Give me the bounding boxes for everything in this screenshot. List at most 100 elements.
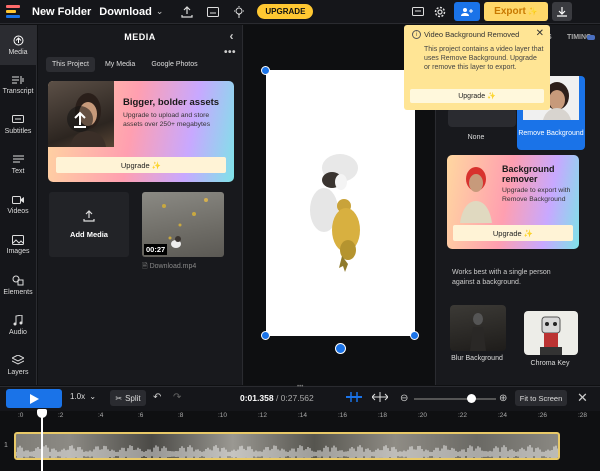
notification-popup: i Video Background Removed ✕ This projec… [404, 25, 550, 110]
ruler-tick: :14 [298, 412, 308, 419]
clip-waveform [16, 445, 558, 458]
nav-subtitles[interactable]: Subtitles [0, 105, 36, 145]
left-nav: Media Transcript Subtitles Text Videos I… [0, 25, 37, 385]
ruler-tick: :16 [338, 412, 348, 419]
bg-card-image [460, 167, 492, 223]
promo-upgrade-button[interactable]: Upgrade ✨ [56, 157, 226, 173]
upgrade-button[interactable]: UPGRADE [257, 4, 314, 19]
resize-handle-bottom-left[interactable] [261, 331, 270, 340]
ruler-tick: :12 [258, 412, 268, 419]
nav-transcript[interactable]: Transcript [0, 65, 36, 105]
nav-label: Layers [7, 368, 29, 376]
undo-icon[interactable]: ↶ [153, 392, 161, 403]
add-media-button[interactable]: Add Media [49, 192, 129, 257]
timecode: 0:01.358 / 0:27.562 [240, 393, 314, 403]
elements-icon [12, 275, 24, 285]
timeline-ruler[interactable]: :0:2:4:6:8:10:12:14:16:18:20:22:24:26:28 [0, 411, 600, 423]
tab-this-project[interactable]: This Project [46, 57, 95, 72]
nav-label: Media [8, 48, 28, 56]
media-clip-thumbnail[interactable]: 00:27 [142, 192, 224, 257]
tab-my-media[interactable]: My Media [99, 57, 141, 72]
nav-images[interactable]: Images [0, 225, 36, 265]
play-button[interactable] [6, 389, 62, 408]
collapse-panel-icon[interactable]: ‹ [230, 29, 235, 43]
option-blur-background-label: Blur Background [451, 355, 503, 362]
export-button[interactable]: Export ✨ [484, 2, 548, 21]
gear-icon[interactable] [430, 2, 450, 22]
option-none-label: None [467, 134, 485, 141]
nav-label: Audio [9, 328, 27, 336]
zoom-control: ⊖ ⊕ [400, 393, 510, 405]
layers-icon [12, 354, 24, 365]
option-none[interactable] [448, 108, 516, 127]
speed-selector[interactable]: 1.0x ⌄ [70, 392, 96, 401]
sparkle-icon: ✨ [527, 7, 538, 16]
redo-icon[interactable]: ↷ [173, 392, 181, 403]
resize-handle-bottom-right[interactable] [410, 331, 419, 340]
project-name[interactable]: Download [99, 6, 152, 18]
bg-card-upgrade-button[interactable]: Upgrade ✨ [453, 225, 573, 241]
tab-google-photos[interactable]: Google Photos [145, 57, 203, 72]
nav-layers[interactable]: Layers [0, 345, 36, 385]
zoom-slider[interactable] [414, 398, 496, 400]
nav-label: Videos [7, 208, 29, 215]
background-remover-card: Background remover Upgrade to export wit… [447, 155, 579, 249]
playhead[interactable] [37, 409, 47, 471]
image-icon [12, 235, 24, 245]
comments-icon[interactable] [408, 2, 428, 22]
lightbulb-icon[interactable] [229, 2, 249, 22]
timeline-resize-handle[interactable]: ••• [297, 384, 305, 390]
zoom-slider-knob[interactable] [467, 394, 477, 403]
export-label: Export [494, 6, 526, 17]
resize-handle-top-left[interactable] [261, 66, 270, 75]
nav-label: Elements [3, 288, 33, 296]
zoom-in-icon[interactable]: ⊕ [499, 393, 507, 404]
ruler-tick: :24 [498, 412, 508, 419]
folder-breadcrumb[interactable]: New Folder [32, 6, 91, 18]
split-button[interactable]: ✂ Split [110, 390, 146, 406]
nav-text[interactable]: Text [0, 145, 36, 185]
fit-clips-icon[interactable] [371, 391, 389, 403]
nav-label: Images [6, 248, 30, 255]
upload-icon [83, 210, 95, 222]
nav-media[interactable]: Media [0, 25, 36, 65]
share-button[interactable] [454, 2, 480, 21]
transcript-icon [12, 76, 24, 84]
zoom-out-icon[interactable]: ⊖ [400, 393, 408, 404]
popup-title: Video Background Removed [424, 30, 520, 39]
nav-videos[interactable]: Videos [0, 185, 36, 225]
close-timeline-icon[interactable]: ✕ [577, 390, 588, 406]
chevron-down-icon[interactable]: ⌄ [156, 6, 164, 17]
subtitles-icon[interactable] [203, 2, 223, 22]
hint-text: Works best with a single person against … [452, 269, 551, 286]
media-tabs: This Project My Media Google Photos [46, 57, 242, 72]
app-logo-icon[interactable] [6, 4, 22, 19]
ruler-tick: :26 [538, 412, 548, 419]
snap-icon[interactable] [346, 391, 362, 403]
ruler-tick: :4 [98, 412, 104, 419]
option-chroma-key[interactable] [524, 311, 578, 355]
popup-text: This project contains a video layer that… [424, 46, 544, 71]
clip-filename: 🗎 Download.mp4 [142, 262, 196, 273]
nav-elements[interactable]: Elements [0, 265, 36, 305]
media-header: MEDIA ‹ ••• [38, 25, 242, 58]
popup-upgrade-button[interactable]: Upgrade ✨ [410, 89, 544, 103]
video-canvas[interactable] [266, 70, 415, 336]
ruler-tick: :0 [18, 412, 24, 419]
clip-filename-label: Download.mp4 [149, 263, 197, 270]
option-blur-background[interactable] [450, 305, 506, 351]
total-time: / 0:27.562 [275, 393, 314, 403]
nav-audio[interactable]: Audio [0, 305, 36, 345]
ruler-tick: :10 [218, 412, 228, 419]
timeline-video-clip[interactable] [14, 432, 560, 460]
play-icon [29, 393, 39, 404]
upload-icon[interactable] [177, 2, 197, 22]
rotate-handle-icon[interactable] [335, 343, 346, 354]
more-options-icon[interactable]: ••• [224, 47, 236, 58]
nav-label: Subtitles [4, 128, 32, 135]
ruler-tick: :20 [418, 412, 428, 419]
close-icon[interactable]: ✕ [536, 28, 544, 39]
download-button[interactable] [552, 2, 572, 21]
fit-to-screen-button[interactable]: Fit to Screen [515, 390, 567, 406]
ruler-tick: :6 [138, 412, 144, 419]
